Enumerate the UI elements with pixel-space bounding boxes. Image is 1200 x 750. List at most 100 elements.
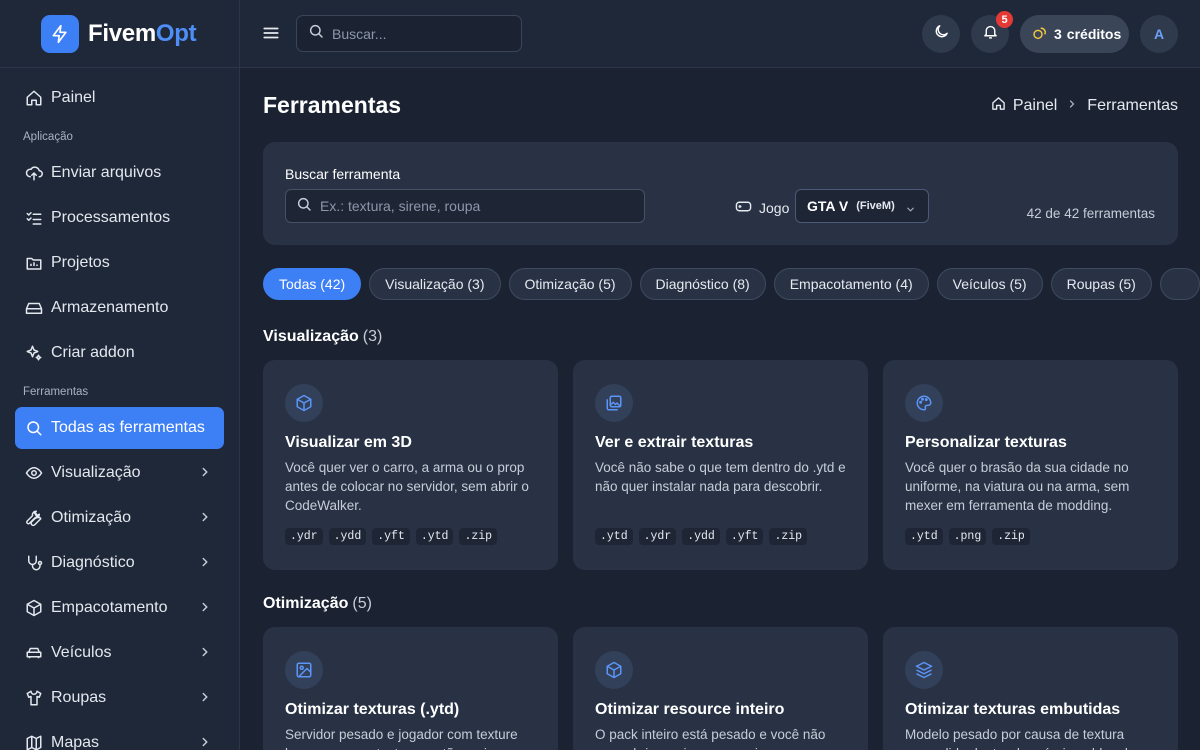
coins-icon [1032,25,1048,44]
brand-name: FivemOpt [88,19,197,47]
cube-icon [595,651,633,689]
file-tag: .ytd [415,528,454,545]
sidebar-item-label: Painel [51,89,96,106]
layers-icon [905,651,943,689]
stethoscope-icon [25,554,43,572]
sidebar-item-armazenamento[interactable]: Armazenamento [15,287,224,329]
file-tag: .ytd [595,528,633,545]
search-icon [296,196,312,217]
moon-icon [933,23,950,45]
home-icon [25,89,43,107]
notification-badge: 5 [996,11,1013,28]
tool-card-tags: .ytd .ydr .ydd .yft .zip [595,528,808,545]
tool-search-input[interactable] [320,198,630,214]
breadcrumb-current: Ferramentas [1087,97,1178,114]
category-chips: Todas (42) Visualização (3) Otimização (5)… [263,268,1200,300]
sidebar-section-tools: Ferramentas [23,386,89,398]
car-icon [25,644,43,662]
game-label: Jogo [735,198,789,218]
palette-icon [905,384,943,422]
tool-card-otimizar-ytd[interactable]: Otimizar texturas (.ytd) Servidor pesado… [263,627,558,750]
tool-card-personalizar-texturas[interactable]: Personalizar texturas Você quer o brasão… [883,360,1178,570]
tool-card-title: Visualizar em 3D [285,434,412,451]
theme-toggle-button[interactable] [922,15,960,53]
shirt-icon [25,689,43,707]
tool-search-label: Buscar ferramenta [285,166,401,182]
search-input[interactable] [332,25,512,42]
chip-otimizacao[interactable]: Otimização (5) [508,268,632,300]
sidebar-item-label: Mapas [51,734,100,750]
file-tag: .ydd [328,528,367,545]
game-select[interactable]: GTA V (FiveM) [795,189,929,223]
search-icon [25,419,43,437]
sidebar-item-enviar-arquivos[interactable]: Enviar arquivos [15,152,224,194]
images-icon [595,384,633,422]
folder-chart-icon [25,254,43,272]
brand[interactable]: FivemOpt [0,0,239,68]
sidebar-item-visualizacao[interactable]: Visualização [15,452,224,494]
file-tag: .ytd [905,528,943,545]
menu-icon[interactable] [262,24,280,47]
sidebar-item-label: Criar addon [51,344,135,361]
game-select-value: GTA V [807,198,849,214]
notifications-button[interactable]: 5 [971,11,1013,53]
sidebar-item-projetos[interactable]: Projetos [15,242,224,284]
file-tag: .ydr [638,528,677,545]
tool-card-title: Ver e extrair texturas [595,434,754,451]
sidebar-item-diagnostico[interactable]: Diagnóstico [15,542,224,584]
tool-search[interactable] [285,189,645,223]
global-search[interactable] [296,15,522,52]
sidebar-item-label: Enviar arquivos [51,164,162,181]
sparkles-icon [25,344,43,362]
sidebar-item-painel[interactable]: Painel [15,77,224,119]
section-name: Otimização [263,595,349,612]
credits-value: 3 [1054,26,1062,42]
sidebar-item-label: Visualização [51,464,141,481]
section-count: (5) [352,595,372,612]
sidebar-item-label: Todas as ferramentas [51,419,205,436]
tool-card-visualizar-3d[interactable]: Visualizar em 3D Você quer ver o carro, … [263,360,558,570]
sidebar-section-app: Aplicação [23,131,73,143]
credits-button[interactable]: 3 créditos [1020,15,1129,53]
file-tag: .ydd [682,528,720,545]
chevron-right-icon [1066,97,1078,115]
tool-card-desc: Você não sabe o que tem dentro do .ytd e… [595,460,846,494]
sidebar-item-todas-ferramentas[interactable]: Todas as ferramentas [15,407,224,449]
sidebar-item-criar-addon[interactable]: Criar addon [15,332,224,374]
tool-card-otimizar-resource[interactable]: Otimizar resource inteiro O pack inteiro… [573,627,868,750]
chevron-right-icon [198,645,212,664]
sidebar-item-roupas[interactable]: Roupas [15,677,224,719]
chip-diagnostico[interactable]: Diagnóstico (8) [639,268,766,300]
tool-card-otimizar-embutidas[interactable]: Otimizar texturas embutidas Modelo pesad… [883,627,1178,750]
chip-roupas[interactable]: Roupas (5) [1050,268,1152,300]
sidebar-item-label: Armazenamento [51,299,169,316]
sidebar-item-label: Empacotamento [51,599,168,616]
section-count: (3) [362,328,383,345]
tool-card-extrair-texturas[interactable]: Ver e extrair texturas Você não sabe o q… [573,360,868,570]
tool-card-title: Otimizar texturas embutidas [905,701,1121,718]
sidebar-item-mapas[interactable]: Mapas [15,722,224,750]
breadcrumb-home[interactable]: Painel [991,96,1057,116]
cloud-upload-icon [25,164,43,182]
sidebar-item-otimizacao[interactable]: Otimização [15,497,224,539]
chip-todas[interactable]: Todas (42) [263,268,362,300]
chip-more[interactable] [1159,268,1200,300]
chip-veiculos[interactable]: Veículos (5) [936,268,1043,300]
sidebar-item-processamentos[interactable]: Processamentos [15,197,224,239]
lightning-logo-icon [41,14,79,53]
chip-visualizacao[interactable]: Visualização (3) [369,268,501,300]
sidebar-item-veiculos[interactable]: Veículos [15,632,224,674]
section-title-otimizacao: Otimização (5) [263,595,372,613]
avatar[interactable]: A [1140,15,1178,53]
sidebar-item-label: Roupas [51,689,107,706]
file-tag: .png [948,528,987,545]
chip-empacotamento[interactable]: Empacotamento (4) [773,268,929,300]
sidebar: FivemOpt Painel Aplicação Enviar arquivo… [0,0,240,750]
sidebar-item-empacotamento[interactable]: Empacotamento [15,587,224,629]
game-select-sub: (FiveM) [856,200,895,212]
package-icon [25,599,43,617]
page-title: Ferramentas [263,92,402,118]
chevron-right-icon [198,735,212,750]
chevron-right-icon [198,555,212,574]
sidebar-item-label: Otimização [51,509,132,526]
